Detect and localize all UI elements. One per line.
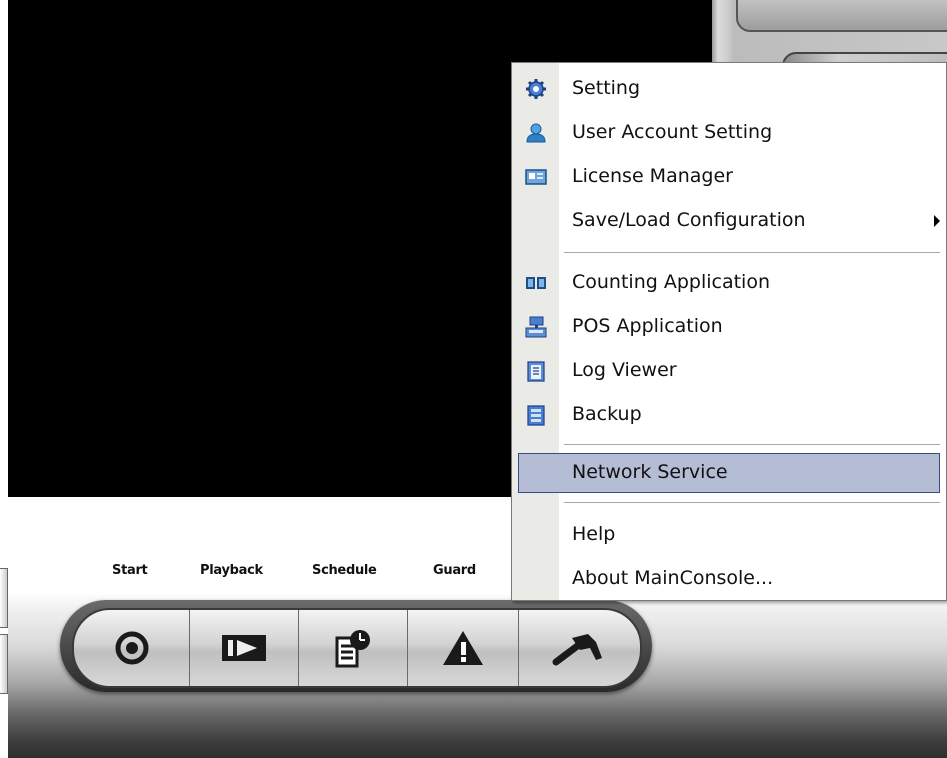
menu-item-label: About MainConsole... bbox=[572, 567, 774, 589]
menu-item-save-load-configuration[interactable]: Save/Load Configuration bbox=[512, 201, 946, 241]
menu-item-setting[interactable]: Setting bbox=[512, 69, 946, 109]
menu-item-label: Network Service bbox=[572, 461, 728, 483]
license-card-icon bbox=[525, 169, 547, 185]
context-menu: Setting User Account Setting License Man… bbox=[511, 62, 947, 601]
gear-icon bbox=[526, 79, 546, 99]
play-icon bbox=[222, 635, 266, 661]
record-icon bbox=[115, 631, 148, 665]
left-edge-button-lower[interactable] bbox=[0, 634, 8, 694]
schedule-icon bbox=[335, 630, 370, 668]
tools-button[interactable] bbox=[519, 610, 640, 686]
start-label: Start bbox=[112, 563, 148, 578]
warning-icon bbox=[443, 631, 483, 665]
menu-item-user-account-setting[interactable]: User Account Setting bbox=[512, 113, 946, 153]
backup-icon bbox=[527, 405, 545, 426]
menu-item-label: Setting bbox=[572, 77, 641, 99]
menu-item-license-manager[interactable]: License Manager bbox=[512, 157, 946, 197]
menu-item-label: Help bbox=[572, 523, 616, 545]
playback-button[interactable] bbox=[190, 610, 299, 686]
menu-item-network-service[interactable]: Network Service bbox=[518, 453, 940, 493]
menu-item-label: Counting Application bbox=[572, 271, 771, 293]
right-panel-top-bezel bbox=[736, 0, 947, 32]
schedule-label: Schedule bbox=[312, 563, 377, 578]
menu-item-counting-application[interactable]: Counting Application bbox=[512, 263, 946, 303]
menu-item-pos-application[interactable]: POS Application bbox=[512, 307, 946, 347]
hammer-icon bbox=[552, 634, 602, 666]
menu-item-label: User Account Setting bbox=[572, 121, 773, 143]
left-edge-strip bbox=[0, 0, 8, 758]
menu-item-help[interactable]: Help bbox=[512, 515, 946, 555]
menu-separator bbox=[564, 444, 940, 446]
menu-item-label: Backup bbox=[572, 403, 642, 425]
submenu-arrow-icon bbox=[934, 215, 940, 227]
menu-item-label: Save/Load Configuration bbox=[572, 209, 806, 231]
counter-icon bbox=[526, 277, 546, 289]
menu-item-log-viewer[interactable]: Log Viewer bbox=[512, 351, 946, 391]
menu-item-backup[interactable]: Backup bbox=[512, 395, 946, 435]
user-icon bbox=[526, 123, 546, 143]
guard-label: Guard bbox=[433, 563, 476, 578]
menu-item-label: Log Viewer bbox=[572, 359, 677, 381]
main-toolbar-inner bbox=[72, 608, 642, 688]
main-toolbar bbox=[60, 600, 652, 692]
schedule-button[interactable] bbox=[299, 610, 408, 686]
pos-terminal-icon bbox=[525, 316, 547, 338]
left-edge-button-upper[interactable] bbox=[0, 568, 8, 628]
menu-item-label: POS Application bbox=[572, 315, 723, 337]
clipboard-icon bbox=[527, 361, 545, 382]
menu-item-label: License Manager bbox=[572, 165, 733, 187]
guard-button[interactable] bbox=[408, 610, 519, 686]
menu-item-about-mainconsole[interactable]: About MainConsole... bbox=[512, 559, 946, 599]
start-button[interactable] bbox=[74, 610, 190, 686]
menu-separator bbox=[564, 252, 940, 254]
menu-separator bbox=[564, 502, 940, 504]
playback-label: Playback bbox=[200, 563, 263, 578]
